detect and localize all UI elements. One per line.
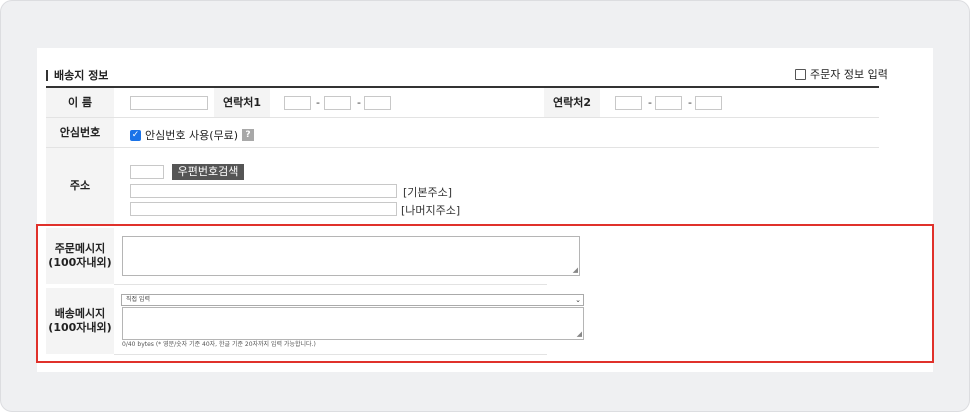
contact1-dash-2: -: [357, 96, 361, 109]
contact1-part3-input[interactable]: [364, 96, 391, 110]
zipcode-input[interactable]: [130, 165, 164, 179]
contact2-part3-input[interactable]: [695, 96, 722, 110]
contact1-part1-input[interactable]: [284, 96, 311, 110]
section-title: 배송지 정보: [46, 67, 108, 83]
contact1-part2-input[interactable]: [324, 96, 351, 110]
orderer-info-label: 주문자 정보 입력: [810, 68, 888, 81]
detail-address-hint: [나머지주소]: [401, 204, 461, 217]
row-divider-2: [46, 147, 879, 148]
highlight-box: [36, 224, 934, 363]
name-input[interactable]: [130, 96, 208, 110]
title-bar: [46, 69, 48, 81]
safe-number-checkbox-label: 안심번호 사용(무료): [145, 129, 239, 142]
detail-address-input[interactable]: [130, 202, 397, 216]
row-divider-1: [46, 117, 879, 118]
zipcode-search-button[interactable]: 우편번호검색: [172, 164, 244, 180]
contact2-part1-input[interactable]: [615, 96, 642, 110]
name-label: 이 름: [46, 88, 114, 117]
question-icon[interactable]: ?: [242, 129, 255, 141]
base-address-hint: [기본주소]: [403, 186, 453, 199]
address-label: 주소: [46, 148, 114, 224]
orderer-info-checkbox[interactable]: 주문자 정보 입력: [795, 66, 888, 82]
table-top-border: [46, 86, 879, 88]
contact2-dash-2: -: [688, 96, 692, 109]
safe-number-label: 안심번호: [46, 118, 114, 147]
section-title-text: 배송지 정보: [54, 69, 109, 82]
safe-number-option[interactable]: ✓ 안심번호 사용(무료) ?: [130, 127, 255, 143]
contact2-label: 연락처2: [544, 88, 600, 117]
base-address-input[interactable]: [130, 184, 397, 198]
contact2-part2-input[interactable]: [655, 96, 682, 110]
contact2-dash-1: -: [648, 96, 652, 109]
contact1-dash-1: -: [316, 96, 320, 109]
check-icon[interactable]: ✓: [130, 129, 141, 141]
contact1-label: 연락처1: [214, 88, 270, 117]
checkbox-unchecked-icon[interactable]: [795, 68, 806, 80]
